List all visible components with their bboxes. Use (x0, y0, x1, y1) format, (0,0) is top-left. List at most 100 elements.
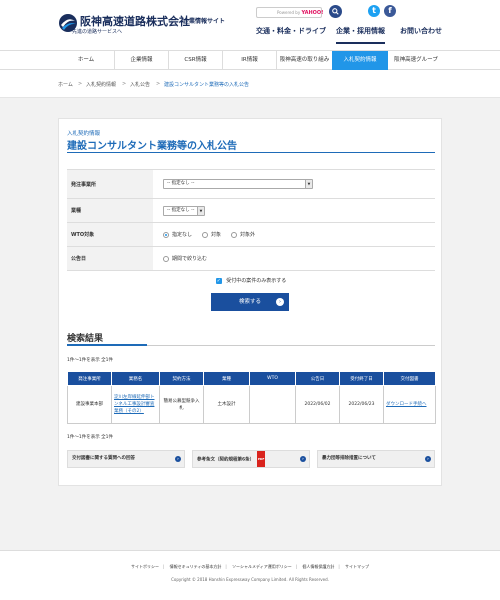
nav-traffic[interactable]: 交通・料金・ドライブ (256, 26, 326, 36)
footer-link-sitemap[interactable]: サイトマップ (345, 564, 369, 569)
column-header: 受付終了日 (339, 371, 384, 386)
footer-links: サイトポリシー | 情報セキュリティの基本方針 | ソーシャルメディア運用ポリシー |… (131, 564, 369, 569)
breadcrumb-home[interactable]: ホーム (58, 81, 73, 88)
arrow-right-icon: › (175, 456, 181, 462)
yahoo-logo: YAHOO! (301, 10, 324, 16)
column-header: 交付図書 (383, 371, 436, 386)
search-powered-label: Powered by (277, 10, 301, 15)
reference-articles-button[interactable]: 参考条文（契約規程第6条） PDF › (192, 450, 310, 468)
nav-contact[interactable]: お問い合わせ (400, 26, 442, 36)
search-icon (332, 8, 339, 15)
table-row: 建設事業本部 淀川左岸線延伸部トンネル工事設計審査業務（その2） 簡易公募型競争… (67, 385, 436, 424)
chevron-down-icon: ▼ (305, 180, 312, 188)
results-divider-accent (67, 344, 147, 346)
search-button[interactable] (329, 5, 342, 18)
facebook-icon[interactable]: f (384, 5, 396, 17)
cell-project-name-link[interactable]: 淀川左岸線延伸部トンネル工事設計審査業務（その2） (111, 385, 160, 424)
gmenu-group[interactable]: 阪神高速グループ (388, 51, 444, 70)
cell-category: 土木設計 (203, 385, 250, 424)
breadcrumb-bidding[interactable]: 入札契約情報 (86, 81, 116, 88)
global-menu: ホーム 企業情報 CSR情報 IR情報 阪神高速の取り組み 入札契約情報 阪神高… (0, 50, 500, 70)
column-header: 業種 (203, 371, 250, 386)
page-eyebrow: 入札契約情報 (67, 131, 101, 137)
search-input[interactable]: Powered by YAHOO! (256, 7, 324, 18)
breadcrumb: ホーム > 入札契約情報 > 入札公告 > 建設コンサルタント業務等の入札公告 (0, 70, 500, 98)
wto-radio-none[interactable]: 指定なし (163, 231, 192, 238)
search-submit-button[interactable]: 検索する › (211, 293, 289, 311)
breadcrumb-current: 建設コンサルタント業務等の入札公告 (164, 82, 250, 88)
qa-answers-button[interactable]: 交付図書に関する質問への回答 › (67, 450, 185, 468)
site-footer: サイトポリシー | 情報セキュリティの基本方針 | ソーシャルメディア運用ポリシー |… (0, 550, 500, 600)
cell-announced: 2022/06/02 (295, 385, 340, 424)
main-panel: 入札契約情報 建設コンサルタント業務等の入札公告 発注事業所 -- 指定なし -… (58, 118, 442, 486)
date-label: 公告日 (67, 247, 153, 270)
form-row-date: 公告日 期間で絞り込む (67, 247, 435, 271)
gmenu-ir[interactable]: IR情報 (222, 51, 276, 70)
wto-radio-target[interactable]: 対象 (202, 231, 221, 238)
radio-checked-icon (163, 231, 169, 238)
footer-link-social-media[interactable]: ソーシャルメディア運用ポリシー (232, 564, 292, 569)
accepting-only-label: 受付中の案件のみ表示する (226, 278, 287, 284)
cell-deadline: 2022/06/23 (339, 385, 384, 424)
arrow-right-icon: › (425, 456, 431, 462)
copyright: Copyright © 2018 Hanshin Expressway Comp… (171, 577, 329, 582)
radio-icon (231, 231, 238, 238)
results-count-bottom: 1件～1件を表示 全1件 (67, 435, 114, 440)
column-header: 契約方法 (159, 371, 204, 386)
page-title: 建設コンサルタント業務等の入札公告 (67, 141, 237, 152)
results-count: 1件～1件を表示 全1件 (67, 358, 114, 363)
reference-articles-label: 参考条文（契約規程第6条） (197, 457, 255, 463)
column-header: 公告日 (295, 371, 340, 386)
antisocial-measures-button[interactable]: 暴力団等排除措置について › (317, 450, 435, 468)
date-filter-radio[interactable]: 期間で絞り込む (163, 255, 207, 262)
arrow-right-icon: › (276, 298, 284, 306)
twitter-icon[interactable]: t (368, 5, 380, 17)
breadcrumb-separator: > (78, 81, 83, 87)
cell-wto (249, 385, 296, 424)
gmenu-csr[interactable]: CSR情報 (168, 51, 222, 70)
arrow-right-icon: › (300, 456, 306, 462)
office-select-value: -- 指定なし -- (167, 181, 195, 186)
gmenu-corporate[interactable]: 企業情報 (114, 51, 168, 70)
footer-link-security[interactable]: 情報セキュリティの基本方針 (170, 564, 222, 569)
breadcrumb-announcements[interactable]: 入札公告 (130, 81, 150, 88)
date-option-label: 期間で絞り込む (172, 256, 208, 262)
accepting-only-checkbox[interactable]: ✓ 受付中の案件のみ表示する (59, 277, 443, 284)
form-row-wto: WTO対象 指定なし 対象 対象外 (67, 223, 435, 247)
qa-answers-label: 交付図書に関する質問への回答 (72, 456, 135, 461)
office-select[interactable]: -- 指定なし -- ▼ (163, 179, 313, 189)
search-form: 発注事業所 -- 指定なし -- ▼ 業種 -- 指定なし -- ▼ WTO対象 (67, 169, 435, 271)
footer-link-site-policy[interactable]: サイトポリシー (131, 564, 159, 569)
column-header: 業務名 (111, 371, 160, 386)
related-links: 交付図書に関する質問への回答 › 参考条文（契約規程第6条） PDF › 暴力団… (67, 450, 435, 468)
office-label: 発注事業所 (67, 170, 153, 198)
results-title: 検索結果 (67, 334, 104, 344)
footer-link-privacy[interactable]: 個人情報保護方針 (302, 564, 334, 569)
site-header: 阪神高速道路株式会社 企業情報サイト 先進の道路サービスへ Powered by… (0, 0, 500, 50)
cell-method: 簡易公募型競争入札 (159, 385, 204, 424)
checkbox-checked-icon: ✓ (215, 277, 222, 284)
gmenu-bidding[interactable]: 入札契約情報 (332, 51, 388, 70)
gmenu-home[interactable]: ホーム (58, 51, 114, 70)
radio-icon (202, 231, 209, 238)
logo-title: 阪神高速道路株式会社 (80, 15, 190, 28)
logo-tagline: 先進の道路サービスへ (72, 29, 123, 35)
category-select[interactable]: -- 指定なし -- ▼ (163, 205, 205, 216)
breadcrumb-separator: > (122, 81, 127, 87)
wto-radio-non-target[interactable]: 対象外 (231, 231, 255, 238)
column-header: 発注事業所 (67, 371, 112, 386)
search-submit-label: 検索する (238, 299, 261, 305)
chevron-down-icon: ▼ (197, 206, 204, 215)
nav-corporate[interactable]: 企業・採用情報 (336, 26, 385, 44)
form-row-office: 発注事業所 -- 指定なし -- ▼ (67, 169, 435, 199)
pdf-icon: PDF (256, 451, 266, 467)
site-logo[interactable]: 阪神高速道路株式会社 企業情報サイト 先進の道路サービスへ (58, 12, 248, 38)
category-label: 業種 (67, 199, 153, 222)
table-header-row: 発注事業所 業務名 契約方法 業種 WTO 公告日 受付終了日 交付図書 (67, 371, 436, 386)
category-select-value: -- 指定なし -- (167, 207, 195, 213)
form-row-category: 業種 -- 指定なし -- ▼ (67, 199, 435, 223)
wto-option-label: 対象外 (240, 232, 256, 238)
antisocial-measures-label: 暴力団等排除措置について (322, 456, 376, 461)
gmenu-initiatives[interactable]: 阪神高速の取り組み (276, 51, 332, 70)
cell-download-link[interactable]: ダウンロード手続へ (383, 385, 436, 424)
